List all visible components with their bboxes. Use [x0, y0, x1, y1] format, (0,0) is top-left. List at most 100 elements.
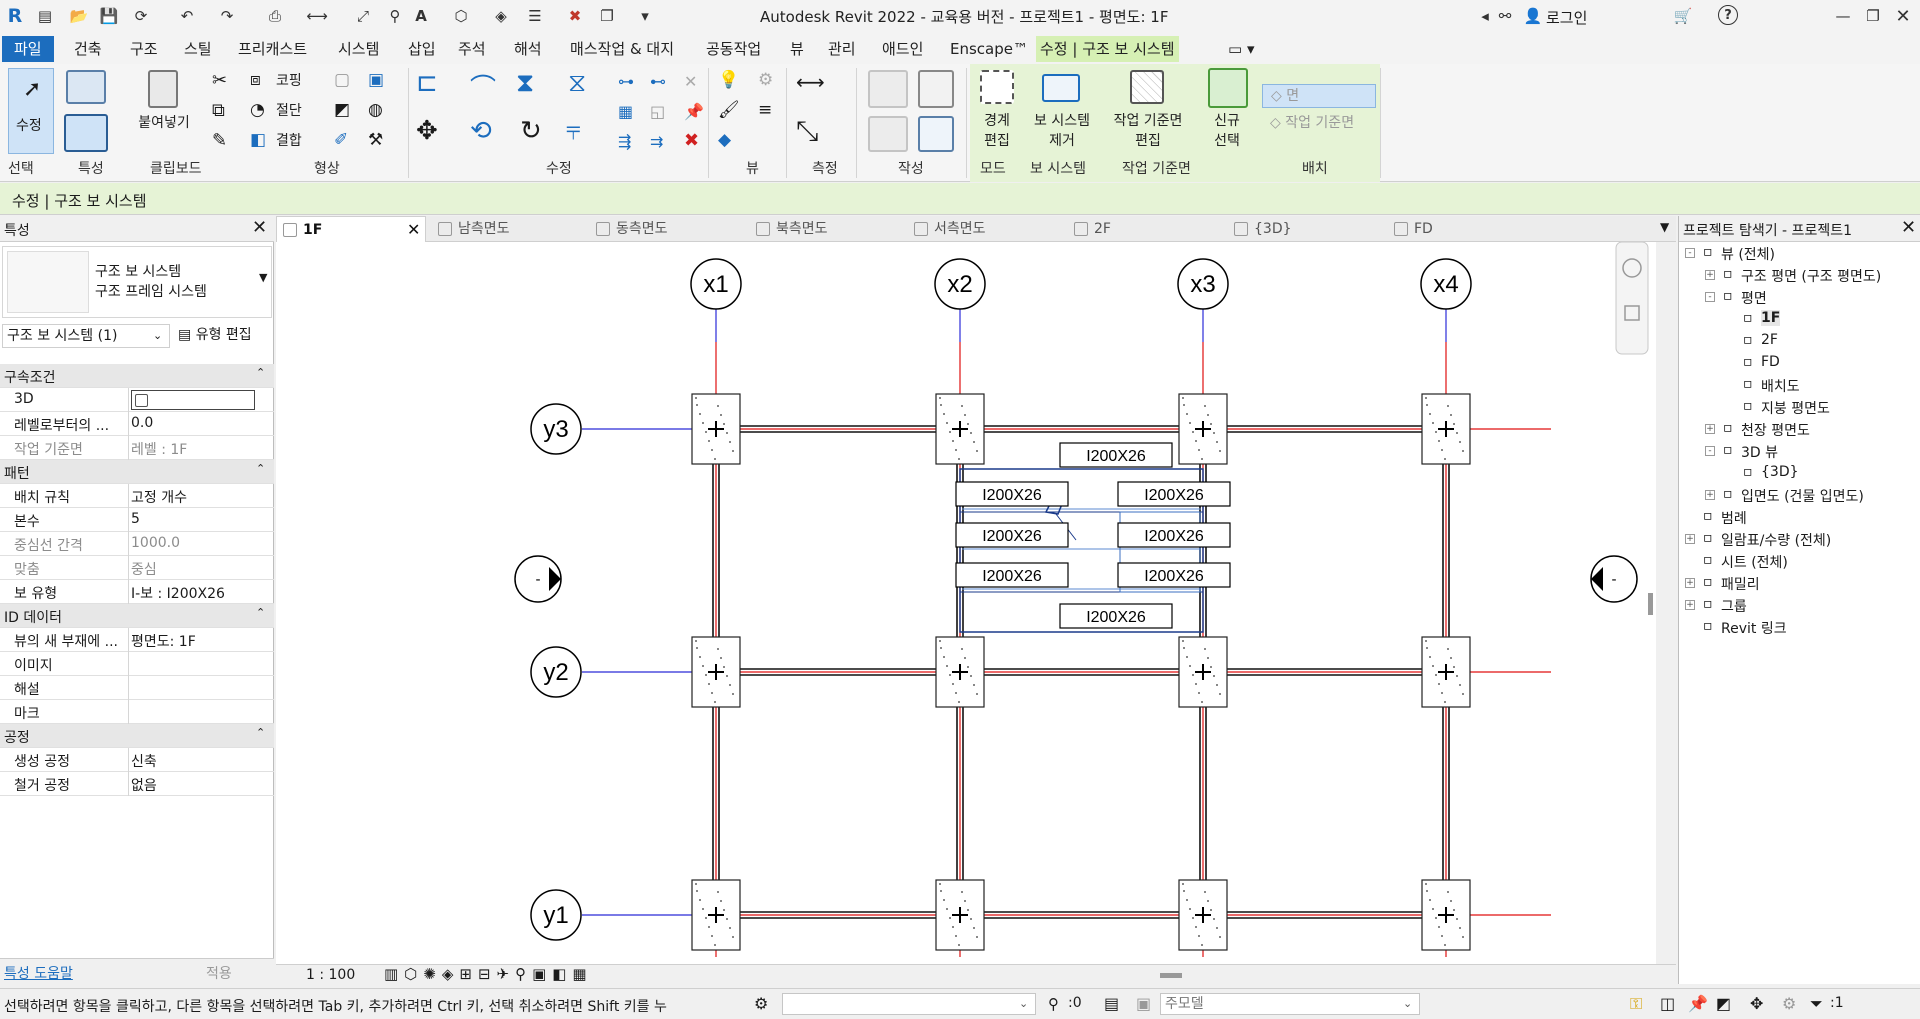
move-icon[interactable]: ✥	[416, 116, 438, 146]
cope-label[interactable]: 코핑	[276, 72, 302, 90]
panel-label-clipboard[interactable]: 클립보드	[150, 158, 202, 180]
expand-icon[interactable]: +	[1705, 490, 1715, 500]
override-element-icon[interactable]: ◆	[718, 130, 731, 150]
property-value[interactable]: 고정 개수	[131, 487, 187, 507]
property-row[interactable]: 해설	[0, 676, 274, 700]
paste-icon[interactable]	[148, 70, 178, 108]
property-value[interactable]: 0.0	[131, 415, 153, 431]
property-row[interactable]: 철거 공정 없음	[0, 772, 274, 796]
browser-node[interactable]: 구조 평면 (구조 평면도)	[1741, 266, 1881, 286]
section-icon[interactable]: ◈	[490, 5, 512, 27]
select-pinned-icon[interactable]: 📌	[1688, 994, 1708, 1013]
text-icon[interactable]: A	[410, 5, 432, 27]
rotate-icon[interactable]: ↻	[520, 116, 542, 146]
edit-profile-icon[interactable]: ✐	[334, 130, 348, 150]
paint-icon[interactable]: ▣	[368, 70, 384, 90]
browser-node[interactable]: 천장 평면도	[1741, 420, 1810, 440]
cut-geometry-icon[interactable]: ◔	[250, 100, 265, 120]
tab-5[interactable]: 시스템	[334, 36, 383, 62]
property-value[interactable]: 없음	[131, 775, 157, 795]
create-assembly-icon[interactable]	[868, 70, 908, 108]
tab-13[interactable]: 애드인	[878, 36, 927, 62]
split-gap-icon[interactable]: ⊷	[650, 72, 666, 91]
cart-icon[interactable]: 🛒	[1672, 5, 1694, 27]
print-icon[interactable]: ⎙	[264, 5, 286, 27]
tab-11[interactable]: 뷰	[786, 36, 808, 62]
aligned-dimension-icon[interactable]: ⤡	[796, 114, 818, 148]
panel-label-mode[interactable]: 모드	[980, 158, 1006, 180]
mirror-axis-icon[interactable]: ⧗	[516, 68, 534, 99]
edit-workplane-label-1[interactable]: 작업 기준면	[1104, 112, 1192, 130]
expand-icon[interactable]: +	[1705, 424, 1715, 434]
thin-lines-view-icon[interactable]: ≡	[758, 100, 772, 120]
close-browser-icon[interactable]: ✕	[1901, 217, 1916, 238]
property-value[interactable]: 평면도: 1F	[131, 631, 196, 651]
property-row[interactable]: 작업 기준면 레벨 : 1F	[0, 436, 274, 460]
expand-icon[interactable]: +	[1705, 270, 1715, 280]
properties-icon[interactable]	[66, 70, 106, 104]
vertical-scroll-thumb[interactable]	[1648, 593, 1653, 615]
properties-help-link[interactable]: 특성 도움말	[4, 963, 73, 983]
property-row[interactable]: 배치 규칙 고정 개수	[0, 484, 274, 508]
type-selector[interactable]: 구조 보 시스템 구조 프레임 시스템 ▼	[2, 246, 272, 318]
panel-label-measure[interactable]: 측정	[812, 158, 838, 180]
view-scale[interactable]: 1 : 100	[306, 967, 355, 983]
property-value[interactable]: 레벨 : 1F	[131, 439, 187, 459]
split-element-icon[interactable]: ⊶	[618, 72, 634, 91]
remove-beam-system-label-2[interactable]: 제거	[1026, 132, 1098, 150]
property-row[interactable]: 뷰의 새 부재에 ... 평면도: 1F	[0, 628, 274, 652]
switch-windows-icon[interactable]: ❐	[596, 5, 618, 27]
minimize-icon[interactable]: —	[1832, 5, 1854, 27]
align-icon[interactable]: ⊏	[416, 68, 438, 98]
collapse-icon[interactable]: ⌃	[256, 606, 265, 619]
property-group[interactable]: 공정 ⌃	[0, 724, 274, 748]
copy-icon[interactable]: ⧉	[212, 100, 225, 121]
browser-node[interactable]: 2F	[1761, 332, 1778, 348]
view-control-icons[interactable]: ▥⬡✺◈⊞⊟✈⚲▣◧▦	[384, 965, 593, 983]
view-tab-4[interactable]: 서측면도	[908, 216, 1058, 242]
new-select-label-1[interactable]: 신규	[1206, 112, 1248, 130]
ribbon-display-toggle-icon[interactable]: ▭ ▾	[1224, 36, 1258, 62]
selection-count-icon[interactable]: ⚲	[1048, 995, 1059, 1013]
trim-extend-icon[interactable]: ⫧	[566, 116, 581, 147]
tab-12[interactable]: 관리	[824, 36, 860, 62]
tab-2[interactable]: 구조	[126, 36, 162, 62]
pin-icon[interactable]: 📌	[684, 102, 704, 121]
tab-6[interactable]: 삽입	[404, 36, 440, 62]
view-tab-2[interactable]: 동측면도	[590, 216, 740, 242]
select-links-icon[interactable]: ⚿	[1630, 994, 1642, 1014]
property-row[interactable]: 3D	[0, 388, 274, 412]
view-tab-7[interactable]: FD	[1388, 216, 1538, 242]
browser-node[interactable]: 뷰 (전체)	[1721, 244, 1775, 264]
3d-checkbox-field[interactable]	[131, 390, 255, 410]
design-option-dropdown[interactable]: 주모델 ⌄	[1160, 993, 1420, 1015]
view-tab-0[interactable]: 1F ✕	[276, 216, 426, 242]
collapse-icon[interactable]: -	[1685, 248, 1695, 258]
infocenter-icon[interactable]: ◂	[1474, 5, 1496, 27]
browser-node[interactable]: 지붕 평면도	[1761, 398, 1830, 418]
property-row[interactable]: 본수 5	[0, 508, 274, 532]
scale-icon[interactable]: ◱	[650, 102, 665, 121]
thin-lines-icon[interactable]: ☰	[524, 5, 546, 27]
view-tab-5[interactable]: 2F	[1068, 216, 1218, 242]
property-row[interactable]: 이미지	[0, 652, 274, 676]
checkbox[interactable]	[135, 394, 148, 407]
panel-label-view[interactable]: 뷰	[746, 158, 759, 180]
tab-1[interactable]: 건축	[70, 36, 106, 62]
new-host-icon[interactable]	[1208, 68, 1248, 108]
edit-type-button[interactable]: ▤ 유형 편집	[174, 324, 272, 348]
dimension-icon[interactable]: ⤢	[352, 5, 374, 27]
redo-icon[interactable]: ↷	[216, 5, 238, 27]
close-tab-icon[interactable]: ✕	[407, 217, 420, 243]
tab-15[interactable]: 수정 | 구조 보 시스템	[1036, 36, 1179, 62]
trim-extend-multiple-icon[interactable]: ⇉	[650, 132, 663, 151]
cut-scissors-icon[interactable]: ✂	[212, 70, 227, 91]
create-group-icon[interactable]	[868, 116, 908, 152]
hide-bulb-icon[interactable]: 💡	[718, 70, 739, 90]
property-group[interactable]: 구속조건 ⌃	[0, 364, 274, 388]
edit-boundary-icon[interactable]	[980, 70, 1014, 104]
property-group[interactable]: 패턴 ⌃	[0, 460, 274, 484]
property-group[interactable]: ID 데이터 ⌃	[0, 604, 274, 628]
undo-icon[interactable]: ↶	[176, 5, 198, 27]
create-similar-icon[interactable]	[918, 116, 954, 152]
